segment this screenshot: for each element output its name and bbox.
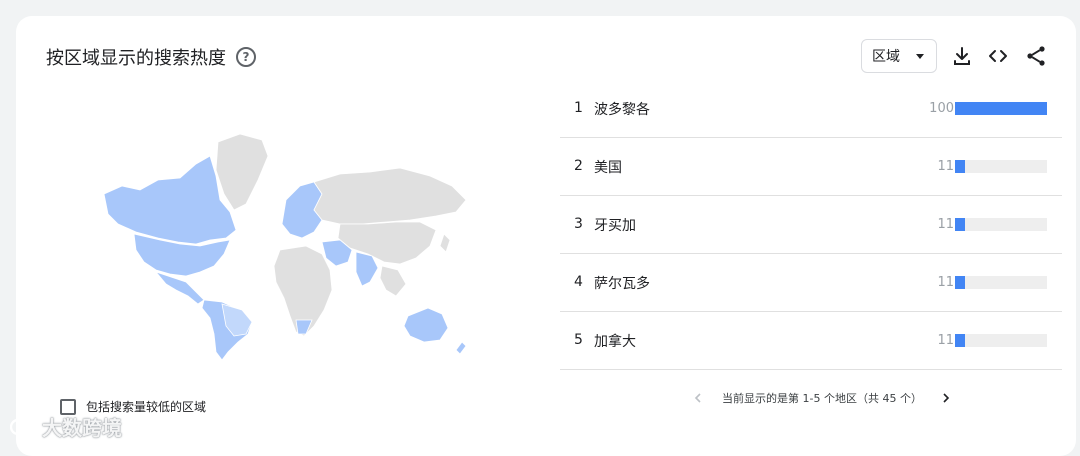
region-bar-fill	[955, 102, 1047, 115]
map-region-asia	[337, 221, 437, 265]
card-title: 按区域显示的搜索热度	[46, 48, 226, 69]
region-value: 11	[937, 217, 954, 232]
region-value: 11	[937, 159, 954, 174]
download-icon[interactable]	[950, 44, 974, 68]
region-row[interactable]: 5 加拿大 11	[560, 312, 1062, 370]
region-bar-fill	[955, 218, 966, 231]
region-dropdown[interactable]: 区域	[861, 39, 937, 73]
chevron-right-icon[interactable]	[936, 388, 956, 408]
region-bar	[955, 102, 1047, 115]
region-row[interactable]: 1 波多黎各 100	[560, 80, 1062, 138]
region-bar	[955, 334, 1047, 347]
map-region-greenland	[215, 133, 269, 211]
region-rank: 5	[574, 332, 583, 348]
region-interest-card: 按区域显示的搜索热度 ? 区域 包括搜索量较低的区域 1 波多黎各 100 2 …	[16, 16, 1076, 456]
map-region-central-america	[154, 271, 205, 305]
region-row[interactable]: 3 牙买加 11	[560, 196, 1062, 254]
region-bar-fill	[955, 334, 966, 347]
region-name[interactable]: 波多黎各	[594, 99, 650, 119]
region-ranking-list: 1 波多黎各 100 2 美国 11 3 牙买加 11 4 萨尔瓦多 11 5 …	[560, 80, 1062, 370]
watermark-text: 大数跨境	[42, 416, 122, 440]
caret-down-icon	[916, 54, 924, 59]
region-name[interactable]: 萨尔瓦多	[594, 273, 650, 293]
region-bar-fill	[955, 276, 966, 289]
pagination-text: 当前显示的是第 1-5 个地区（共 45 个）	[722, 392, 922, 405]
region-name[interactable]: 美国	[594, 157, 622, 177]
region-value: 11	[937, 275, 954, 290]
chevron-left-icon[interactable]	[688, 388, 708, 408]
region-name[interactable]: 加拿大	[594, 331, 636, 351]
region-rank: 4	[574, 274, 583, 290]
map-region-japan	[439, 233, 451, 253]
card-header: 按区域显示的搜索热度 ?	[46, 44, 256, 70]
map-region-australia	[403, 307, 449, 343]
region-bar-fill	[955, 160, 966, 173]
region-rank: 1	[574, 100, 583, 116]
region-value: 11	[937, 333, 954, 348]
map-region-southeast-asia	[379, 265, 407, 297]
share-icon[interactable]	[1024, 44, 1048, 68]
map-region-new-zealand	[455, 341, 467, 355]
region-row[interactable]: 2 美国 11	[560, 138, 1062, 196]
code-icon[interactable]	[986, 44, 1010, 68]
region-rank: 3	[574, 216, 583, 232]
region-row[interactable]: 4 萨尔瓦多 11	[560, 254, 1062, 312]
region-bar	[955, 160, 1047, 173]
region-rank: 2	[574, 158, 583, 174]
region-name[interactable]: 牙买加	[594, 215, 636, 235]
watermark: 大数跨境	[10, 412, 122, 441]
region-value: 100	[929, 101, 954, 116]
help-icon[interactable]: ?	[236, 47, 256, 67]
pagination: 当前显示的是第 1-5 个地区（共 45 个）	[688, 388, 956, 408]
region-dropdown-label: 区域	[872, 49, 900, 65]
watermark-logo-icon	[10, 418, 35, 435]
region-bar	[955, 276, 1047, 289]
map-region-russia	[313, 167, 467, 225]
world-map[interactable]	[100, 120, 470, 360]
region-bar	[955, 218, 1047, 231]
